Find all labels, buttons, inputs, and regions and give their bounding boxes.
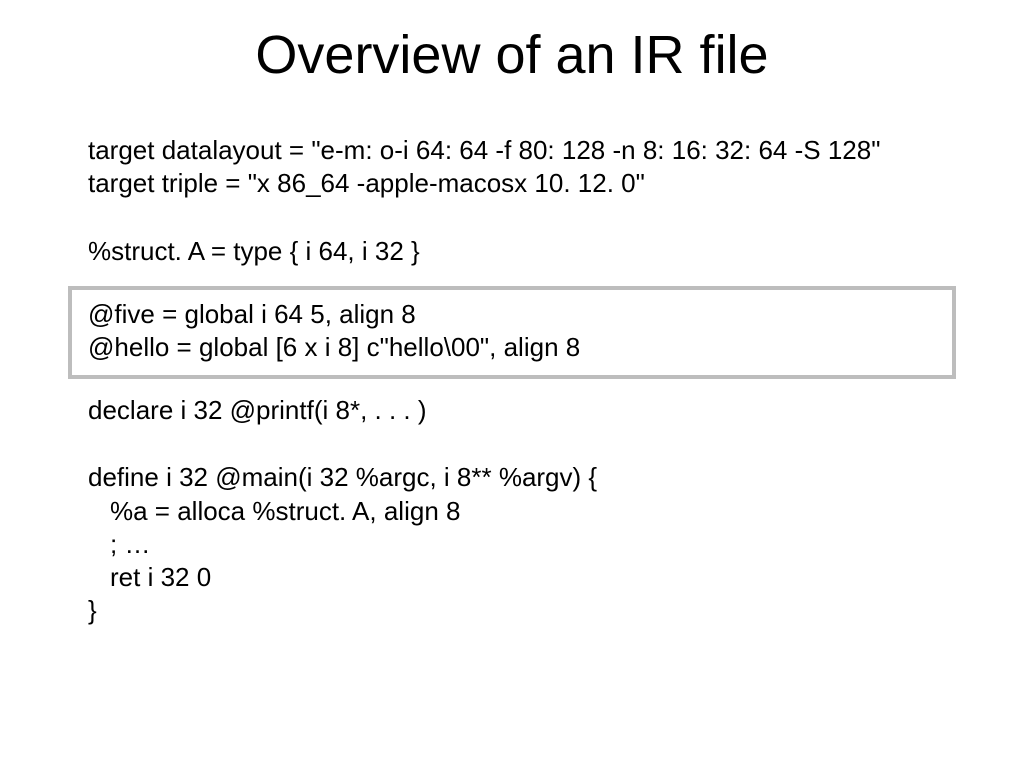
code-line-five: @five = global i 64 5, align 8 (88, 298, 936, 331)
target-block: target datalayout = "e-m: o-i 64: 64 -f … (88, 134, 938, 201)
code-line-hello: @hello = global [6 x i 8] c"hello\00", a… (88, 331, 936, 364)
code-line-ret: ret i 32 0 (88, 561, 938, 594)
slide-title: Overview of an IR file (0, 24, 1024, 86)
code-line-alloca: %a = alloca %struct. A, align 8 (88, 495, 938, 528)
code-body-bottom: declare i 32 @printf(i 8*, . . . ) defin… (88, 394, 938, 628)
struct-block: %struct. A = type { i 64, i 32 } (88, 235, 938, 268)
code-line-define: define i 32 @main(i 32 %argc, i 8** %arg… (88, 461, 938, 494)
code-line-close: } (88, 594, 938, 627)
code-line-struct: %struct. A = type { i 64, i 32 } (88, 235, 938, 268)
code-line-dots: ; … (88, 528, 938, 561)
code-line-declare: declare i 32 @printf(i 8*, . . . ) (88, 394, 938, 427)
declare-block: declare i 32 @printf(i 8*, . . . ) (88, 394, 938, 427)
code-line-datalayout: target datalayout = "e-m: o-i 64: 64 -f … (88, 134, 938, 167)
code-line-triple: target triple = "x 86_64 -apple-macosx 1… (88, 167, 938, 200)
code-body-top: target datalayout = "e-m: o-i 64: 64 -f … (88, 134, 938, 302)
slide: Overview of an IR file target datalayout… (0, 0, 1024, 768)
highlight-box: @five = global i 64 5, align 8 @hello = … (68, 286, 956, 379)
define-block: define i 32 @main(i 32 %argc, i 8** %arg… (88, 461, 938, 627)
